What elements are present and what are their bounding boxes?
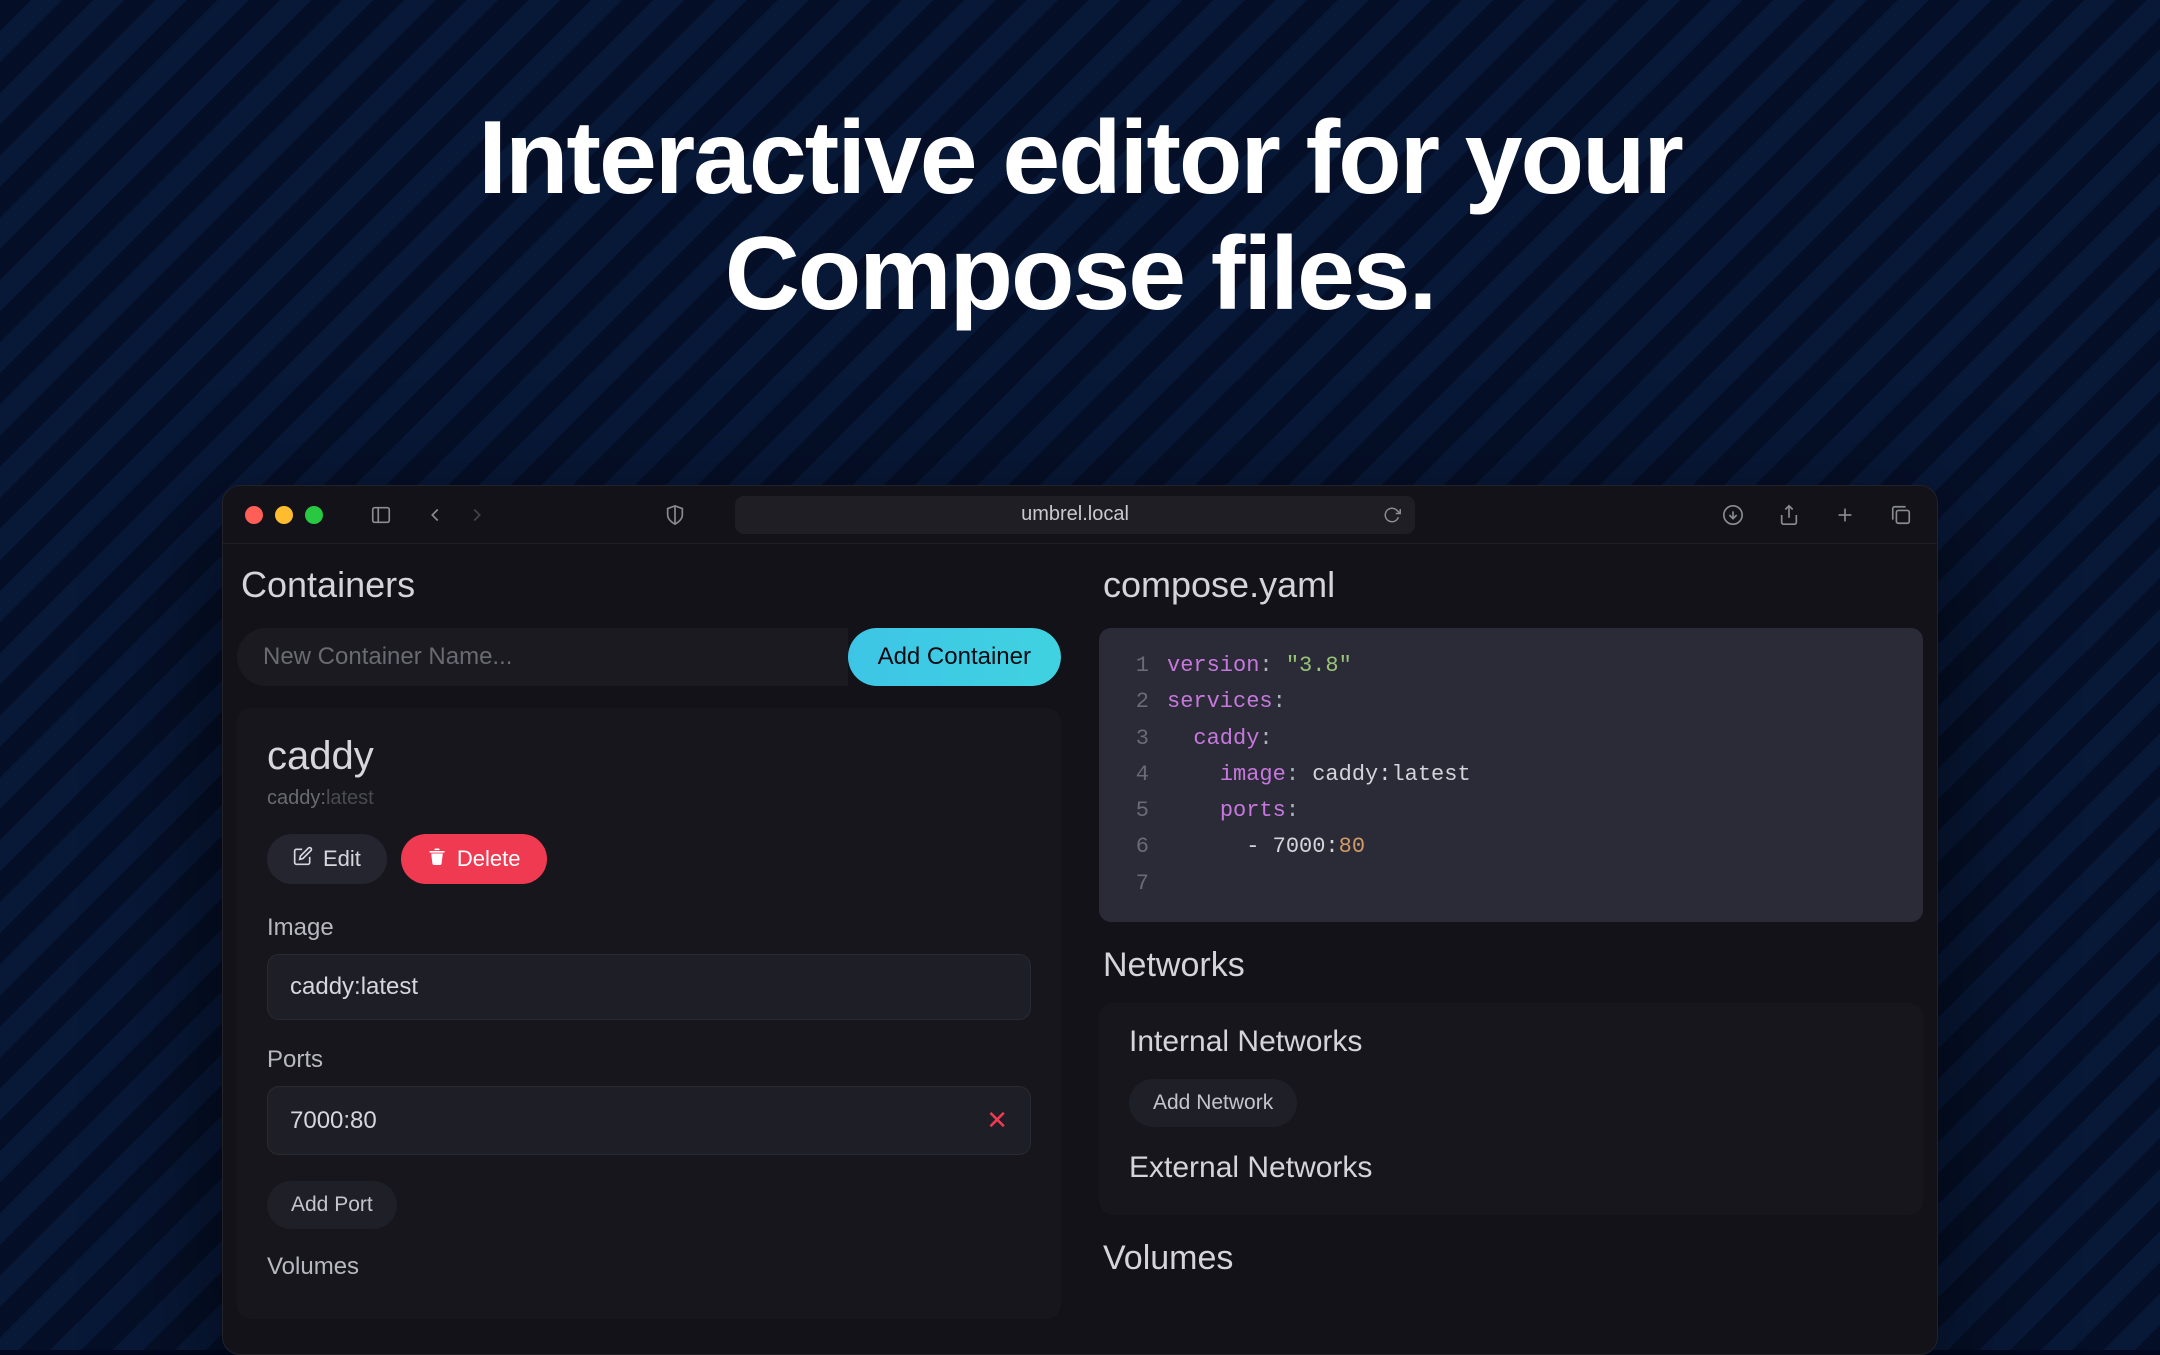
close-window-button[interactable]	[245, 506, 263, 524]
image-input[interactable]: caddy:latest	[267, 954, 1031, 1020]
add-container-row: Add Container	[237, 628, 1061, 686]
container-image-summary: caddy:latest	[267, 787, 1031, 810]
image-prefix: caddy:	[267, 787, 326, 809]
edit-icon	[293, 846, 313, 872]
image-tag: latest	[326, 787, 374, 809]
port-value: 7000:80	[290, 1107, 377, 1135]
url-bar[interactable]: umbrel.local	[735, 496, 1415, 534]
container-card: caddy caddy:latest Edit	[237, 708, 1061, 1319]
ports-field-label: Ports	[267, 1046, 1031, 1074]
remove-port-button[interactable]: ✕	[986, 1105, 1008, 1136]
line-number: 3	[1121, 721, 1149, 757]
code-editor[interactable]: 1version: "3.8" 2services: 3 caddy: 4 im…	[1099, 628, 1923, 922]
add-port-button[interactable]: Add Port	[267, 1181, 397, 1229]
titlebar: umbrel.local	[223, 486, 1937, 544]
new-container-name-input[interactable]	[237, 628, 848, 686]
hero-line-2: Compose files.	[0, 216, 2160, 332]
internal-networks-heading: Internal Networks	[1129, 1025, 1893, 1059]
reload-icon[interactable]	[1383, 506, 1401, 524]
downloads-icon[interactable]	[1719, 501, 1747, 529]
containers-pane: Containers Add Container caddy caddy:lat…	[233, 564, 1065, 1354]
add-container-button[interactable]: Add Container	[848, 628, 1061, 686]
line-number: 6	[1121, 829, 1149, 865]
url-text: umbrel.local	[1021, 503, 1129, 526]
image-value: caddy:latest	[290, 973, 418, 1001]
traffic-lights	[245, 506, 323, 524]
yaml-pane: compose.yaml 1version: "3.8" 2services: …	[1095, 564, 1927, 1354]
hero-title: Interactive editor for your Compose file…	[0, 0, 2160, 333]
sidebar-toggle-icon[interactable]	[367, 501, 395, 529]
delete-button[interactable]: Delete	[401, 834, 547, 884]
line-number: 7	[1121, 866, 1149, 902]
networks-title: Networks	[1103, 946, 1923, 985]
add-network-button[interactable]: Add Network	[1129, 1079, 1297, 1127]
share-icon[interactable]	[1775, 501, 1803, 529]
volumes-title: Volumes	[1103, 1239, 1923, 1278]
compose-yaml-title: compose.yaml	[1099, 564, 1923, 606]
line-number: 2	[1121, 684, 1149, 720]
browser-window: umbrel.local Containers Ad	[222, 485, 1938, 1355]
containers-title: Containers	[237, 564, 1061, 606]
container-name: caddy	[267, 734, 1031, 779]
new-tab-icon[interactable]	[1831, 501, 1859, 529]
maximize-window-button[interactable]	[305, 506, 323, 524]
line-number: 4	[1121, 757, 1149, 793]
port-input[interactable]: 7000:80 ✕	[267, 1086, 1031, 1155]
external-networks-heading: External Networks	[1129, 1151, 1893, 1185]
delete-label: Delete	[457, 846, 521, 872]
tabs-overview-icon[interactable]	[1887, 501, 1915, 529]
content-area: Containers Add Container caddy caddy:lat…	[223, 544, 1937, 1354]
line-number: 5	[1121, 793, 1149, 829]
minimize-window-button[interactable]	[275, 506, 293, 524]
volumes-field-label: Volumes	[267, 1253, 1031, 1281]
forward-button[interactable]	[463, 501, 491, 529]
edit-label: Edit	[323, 846, 361, 872]
privacy-shield-icon[interactable]	[661, 501, 689, 529]
networks-section: Internal Networks Add Network External N…	[1099, 1003, 1923, 1215]
line-number: 1	[1121, 648, 1149, 684]
hero-line-1: Interactive editor for your	[0, 100, 2160, 216]
edit-button[interactable]: Edit	[267, 834, 387, 884]
image-field-label: Image	[267, 914, 1031, 942]
trash-icon	[427, 846, 447, 872]
back-button[interactable]	[421, 501, 449, 529]
